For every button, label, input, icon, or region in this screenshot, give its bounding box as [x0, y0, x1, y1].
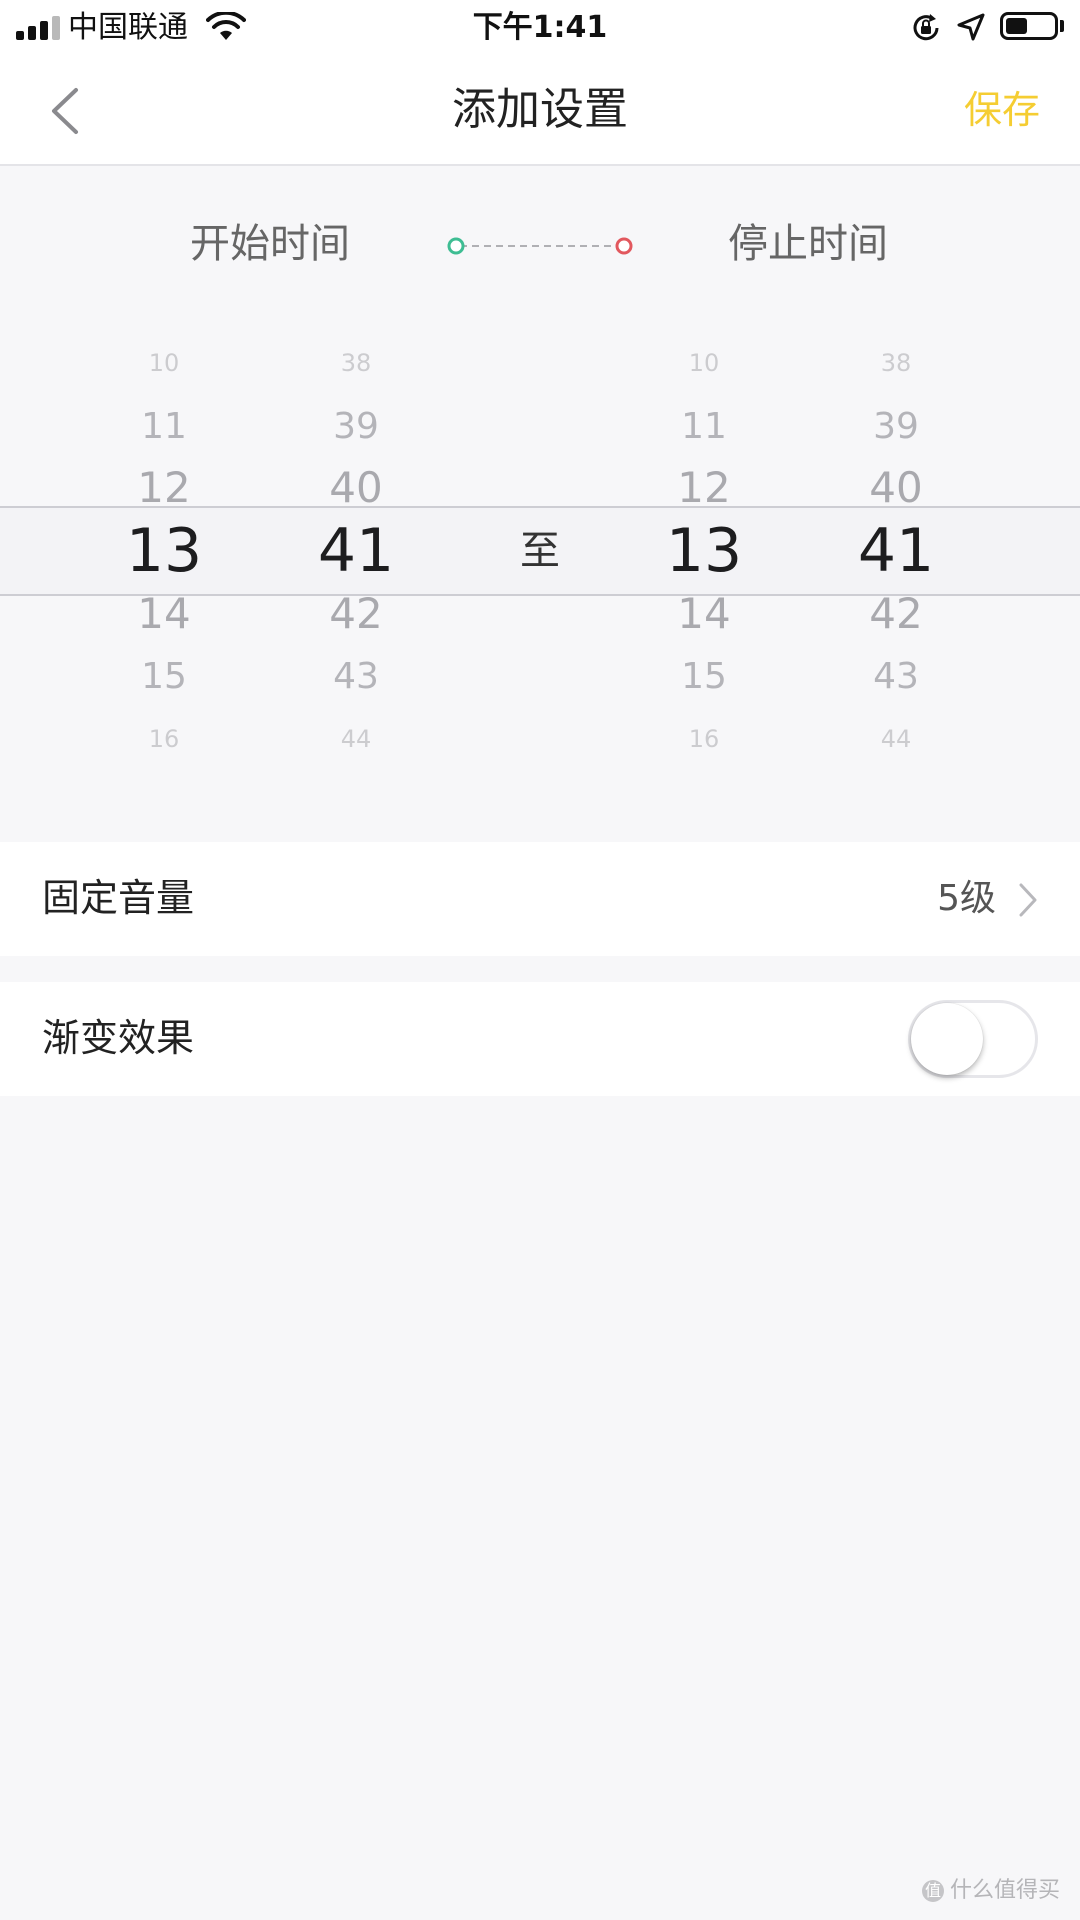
picker-item[interactable]: 11	[634, 404, 774, 449]
picker-item[interactable]: 40	[286, 462, 426, 515]
status-bar: 中国联通 下午1:41	[0, 0, 1080, 56]
picker-item[interactable]: 15	[634, 654, 774, 699]
picker-item[interactable]: 12	[94, 462, 234, 515]
stop-hour-selected[interactable]: 13	[634, 514, 774, 589]
stop-minute-selected[interactable]: 41	[826, 514, 966, 589]
start-dot	[447, 237, 465, 255]
watermark: 值 什么值得买	[921, 1876, 1060, 1906]
picker-item[interactable]: 10	[634, 348, 774, 378]
picker-item[interactable]: 40	[826, 462, 966, 515]
battery-tip	[1060, 20, 1064, 32]
picker-item[interactable]: 10	[94, 348, 234, 378]
stop-time-label: 停止时间	[728, 221, 888, 267]
fade-row: 渐变效果	[0, 982, 1080, 1096]
location-icon	[957, 13, 985, 41]
orientation-lock-icon	[913, 14, 939, 41]
picker-item[interactable]: 38	[286, 348, 426, 378]
page-title: 添加设置	[452, 84, 628, 135]
stop-dot	[615, 237, 633, 255]
picker-item[interactable]: 39	[286, 404, 426, 449]
stop-hour-wheel[interactable]: 10 11 12 13 14 15 16	[634, 326, 774, 776]
start-time-label: 开始时间	[190, 221, 350, 267]
volume-label: 固定音量	[42, 876, 195, 920]
picker-item[interactable]: 14	[94, 588, 234, 641]
start-hour-wheel[interactable]: 10 11 12 13 14 15 16	[94, 326, 234, 776]
fade-label: 渐变效果	[42, 1016, 195, 1060]
start-hour-selected[interactable]: 13	[94, 514, 234, 589]
time-range-header: 开始时间 停止时间	[0, 166, 1080, 326]
watermark-text: 什么值得买	[949, 1878, 1060, 1903]
picker-item[interactable]: 39	[826, 404, 966, 449]
battery-fill	[1006, 18, 1027, 34]
picker-item[interactable]: 43	[286, 654, 426, 699]
battery-icon	[1000, 12, 1058, 40]
picker-item[interactable]: 42	[826, 588, 966, 641]
picker-item[interactable]: 14	[634, 588, 774, 641]
volume-row[interactable]: 固定音量 5级	[0, 842, 1080, 956]
range-connector	[447, 237, 633, 255]
chevron-right-icon	[1019, 883, 1037, 917]
picker-item[interactable]: 44	[826, 724, 966, 754]
picker-item[interactable]: 44	[286, 724, 426, 754]
start-minute-selected[interactable]: 41	[286, 514, 426, 589]
picker-item[interactable]: 12	[634, 462, 774, 515]
picker-item[interactable]: 42	[286, 588, 426, 641]
save-button[interactable]: 保存	[964, 82, 1040, 138]
picker-item[interactable]: 11	[94, 404, 234, 449]
picker-item[interactable]: 16	[634, 724, 774, 754]
fade-toggle[interactable]	[908, 1000, 1038, 1078]
picker-item[interactable]: 38	[826, 348, 966, 378]
picker-item[interactable]: 43	[826, 654, 966, 699]
toggle-knob	[911, 1003, 983, 1075]
range-separator: 至	[520, 528, 560, 574]
picker-item[interactable]: 15	[94, 654, 234, 699]
stop-minute-wheel[interactable]: 38 39 40 41 42 43 44	[826, 326, 966, 776]
watermark-logo-icon: 值	[921, 1880, 944, 1902]
picker-item[interactable]: 16	[94, 724, 234, 754]
start-minute-wheel[interactable]: 38 39 40 41 42 43 44	[286, 326, 426, 776]
time-picker: 10 11 12 13 14 15 16 38 39 40 41 42 43 44 至 10 11 12 13…	[0, 326, 1080, 776]
volume-value: 5级	[937, 878, 996, 919]
nav-bar: 添加设置 保存	[0, 56, 1080, 166]
